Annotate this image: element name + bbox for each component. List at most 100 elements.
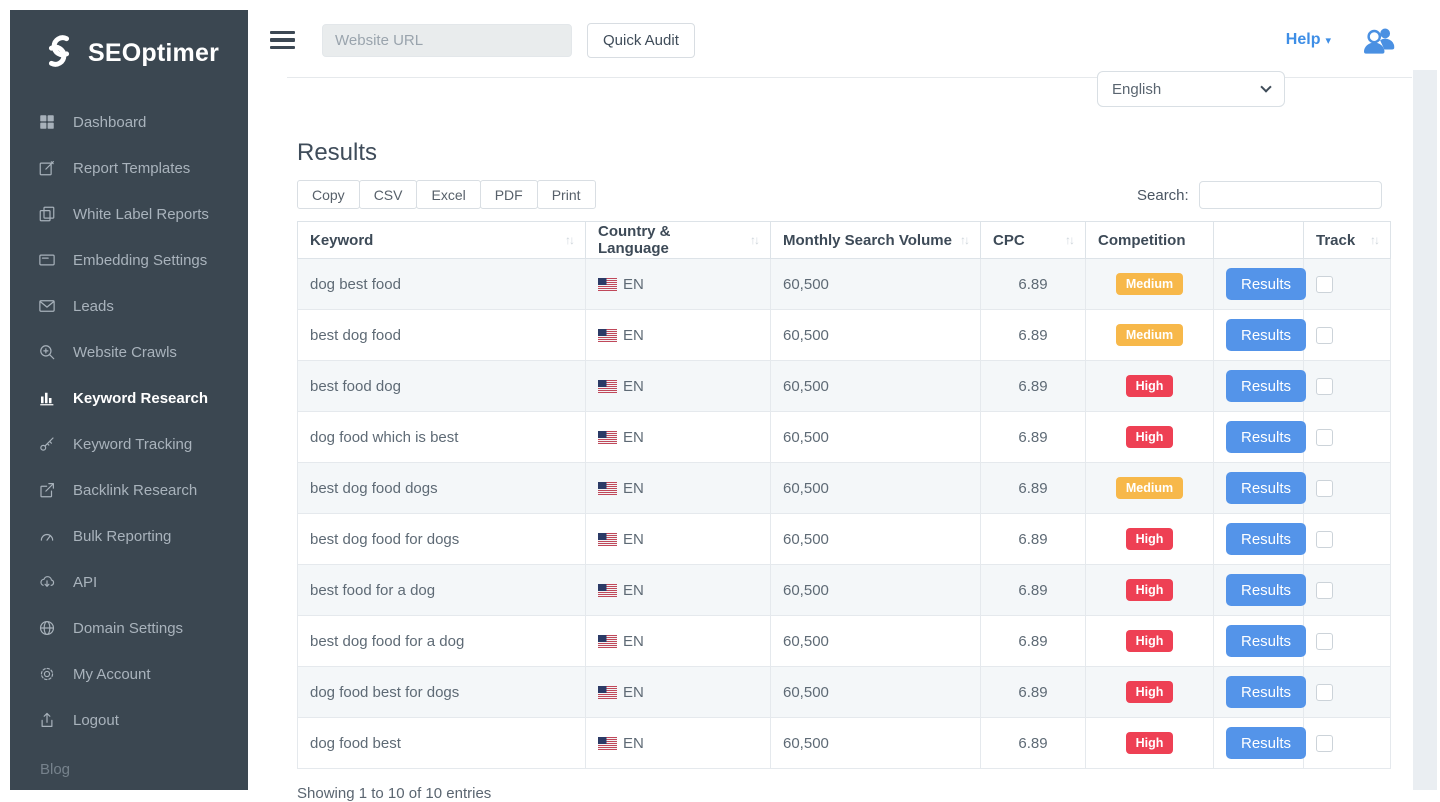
country-cell: EN (586, 514, 771, 565)
sidebar-item-label: API (73, 574, 97, 591)
quick-audit-button[interactable]: Quick Audit (587, 23, 695, 58)
keyword-cell: best food for a dog (298, 565, 586, 616)
sidebar-item-domain-settings[interactable]: Domain Settings (10, 605, 248, 651)
action-cell: Results (1214, 565, 1304, 616)
sidebar-item-blog[interactable]: Blog (10, 761, 248, 778)
sidebar-item-leads[interactable]: Leads (10, 283, 248, 329)
sidebar-item-dashboard[interactable]: Dashboard (10, 99, 248, 145)
competition-cell: Medium (1086, 310, 1214, 361)
hamburger-icon[interactable] (268, 27, 297, 53)
sidebar-item-embedding-settings[interactable]: Embedding Settings (10, 237, 248, 283)
track-cell (1304, 514, 1391, 565)
volume-cell: 60,500 (771, 412, 981, 463)
country-cell: EN (586, 310, 771, 361)
column-header-keyword[interactable]: Keyword ↑↓ (298, 222, 586, 259)
track-checkbox[interactable] (1316, 378, 1333, 395)
country-cell: EN (586, 616, 771, 667)
sidebar-item-api[interactable]: API (10, 559, 248, 605)
volume-cell: 60,500 (771, 361, 981, 412)
sidebar-item-white-label-reports[interactable]: White Label Reports (10, 191, 248, 237)
help-menu[interactable]: Help ▾ (1286, 31, 1331, 49)
column-header-country-language[interactable]: Country & Language↑↓ (586, 222, 771, 259)
results-button[interactable]: Results (1226, 523, 1306, 555)
cpc-cell: 6.89 (981, 718, 1086, 769)
search-label: Search: (1137, 187, 1189, 204)
sidebar-item-website-crawls[interactable]: Website Crawls (10, 329, 248, 375)
sidebar-item-bulk-reporting[interactable]: Bulk Reporting (10, 513, 248, 559)
brand-logo[interactable]: SEOptimer (10, 10, 248, 85)
sidebar-item-backlink-research[interactable]: Backlink Research (10, 467, 248, 513)
sidebar-item-my-account[interactable]: My Account (10, 651, 248, 697)
track-checkbox[interactable] (1316, 429, 1333, 446)
results-button[interactable]: Results (1226, 268, 1306, 300)
track-checkbox[interactable] (1316, 582, 1333, 599)
export-pdf-button[interactable]: PDF (480, 180, 538, 209)
language-code: EN (623, 531, 644, 548)
country-cell: EN (586, 259, 771, 310)
sidebar-item-label: Leads (73, 298, 114, 315)
results-button[interactable]: Results (1226, 727, 1306, 759)
app-window: SEOptimer Dashboard Report Templates Whi… (10, 10, 1437, 790)
sidebar-item-keyword-research[interactable]: Keyword Research (10, 375, 248, 421)
track-checkbox[interactable] (1316, 276, 1333, 293)
track-checkbox[interactable] (1316, 633, 1333, 650)
table-body: dog best food EN 60,500 6.89 Medium Resu… (298, 259, 1391, 769)
column-header-track[interactable]: Track↑↓ (1304, 222, 1391, 259)
sidebar-item-keyword-tracking[interactable]: Keyword Tracking (10, 421, 248, 467)
sort-icon: ↑↓ (565, 233, 573, 247)
track-cell (1304, 667, 1391, 718)
results-button[interactable]: Results (1226, 625, 1306, 657)
table-entries-status: Showing 1 to 10 of 10 entries (297, 785, 491, 802)
sidebar-item-label: My Account (73, 666, 151, 683)
us-flag-icon (598, 584, 617, 597)
table-row: best dog food dogs EN 60,500 6.89 Medium… (298, 463, 1391, 514)
cpc-cell: 6.89 (981, 514, 1086, 565)
topbar: Quick Audit Help ▾ (248, 10, 1437, 70)
users-icon[interactable] (1361, 25, 1397, 55)
sidebar-item-logout[interactable]: Logout (10, 697, 248, 743)
action-cell: Results (1214, 310, 1304, 361)
track-checkbox[interactable] (1316, 684, 1333, 701)
sidebar: SEOptimer Dashboard Report Templates Whi… (10, 10, 248, 790)
page-scrollbar[interactable] (1413, 70, 1437, 790)
envelope-icon (37, 297, 56, 316)
gauge-icon (37, 527, 56, 546)
us-flag-icon (598, 380, 617, 393)
export-copy-button[interactable]: Copy (297, 180, 360, 209)
chevron-down-icon (1260, 81, 1271, 92)
country-cell: EN (586, 667, 771, 718)
sidebar-item-report-templates[interactable]: Report Templates (10, 145, 248, 191)
results-button[interactable]: Results (1226, 421, 1306, 453)
website-url-input[interactable] (322, 24, 572, 57)
table-row: best dog food for dogs EN 60,500 6.89 Hi… (298, 514, 1391, 565)
us-flag-icon (598, 482, 617, 495)
export-excel-button[interactable]: Excel (416, 180, 480, 209)
export-print-button[interactable]: Print (537, 180, 596, 209)
language-select[interactable]: English (1097, 71, 1285, 107)
track-checkbox[interactable] (1316, 735, 1333, 752)
help-label: Help (1286, 31, 1321, 49)
keyword-cell: best dog food for dogs (298, 514, 586, 565)
language-code: EN (623, 684, 644, 701)
bar-chart-icon (37, 389, 56, 408)
column-header-cpc[interactable]: CPC↑↓ (981, 222, 1086, 259)
sidebar-item-label: Bulk Reporting (73, 528, 171, 545)
results-button[interactable]: Results (1226, 574, 1306, 606)
search-input[interactable] (1199, 181, 1382, 209)
competition-cell: High (1086, 361, 1214, 412)
column-label: Keyword (310, 232, 373, 249)
volume-cell: 60,500 (771, 667, 981, 718)
results-button[interactable]: Results (1226, 676, 1306, 708)
track-checkbox[interactable] (1316, 531, 1333, 548)
results-button[interactable]: Results (1226, 370, 1306, 402)
export-csv-button[interactable]: CSV (359, 180, 418, 209)
results-button[interactable]: Results (1226, 319, 1306, 351)
track-checkbox[interactable] (1316, 327, 1333, 344)
column-header-monthly-search-volume[interactable]: Monthly Search Volume↑↓ (771, 222, 981, 259)
results-button[interactable]: Results (1226, 472, 1306, 504)
keyword-cell: dog food best for dogs (298, 667, 586, 718)
table-row: dog best food EN 60,500 6.89 Medium Resu… (298, 259, 1391, 310)
competition-cell: High (1086, 667, 1214, 718)
track-checkbox[interactable] (1316, 480, 1333, 497)
export-button-group: CopyCSVExcelPDFPrint (297, 180, 596, 209)
